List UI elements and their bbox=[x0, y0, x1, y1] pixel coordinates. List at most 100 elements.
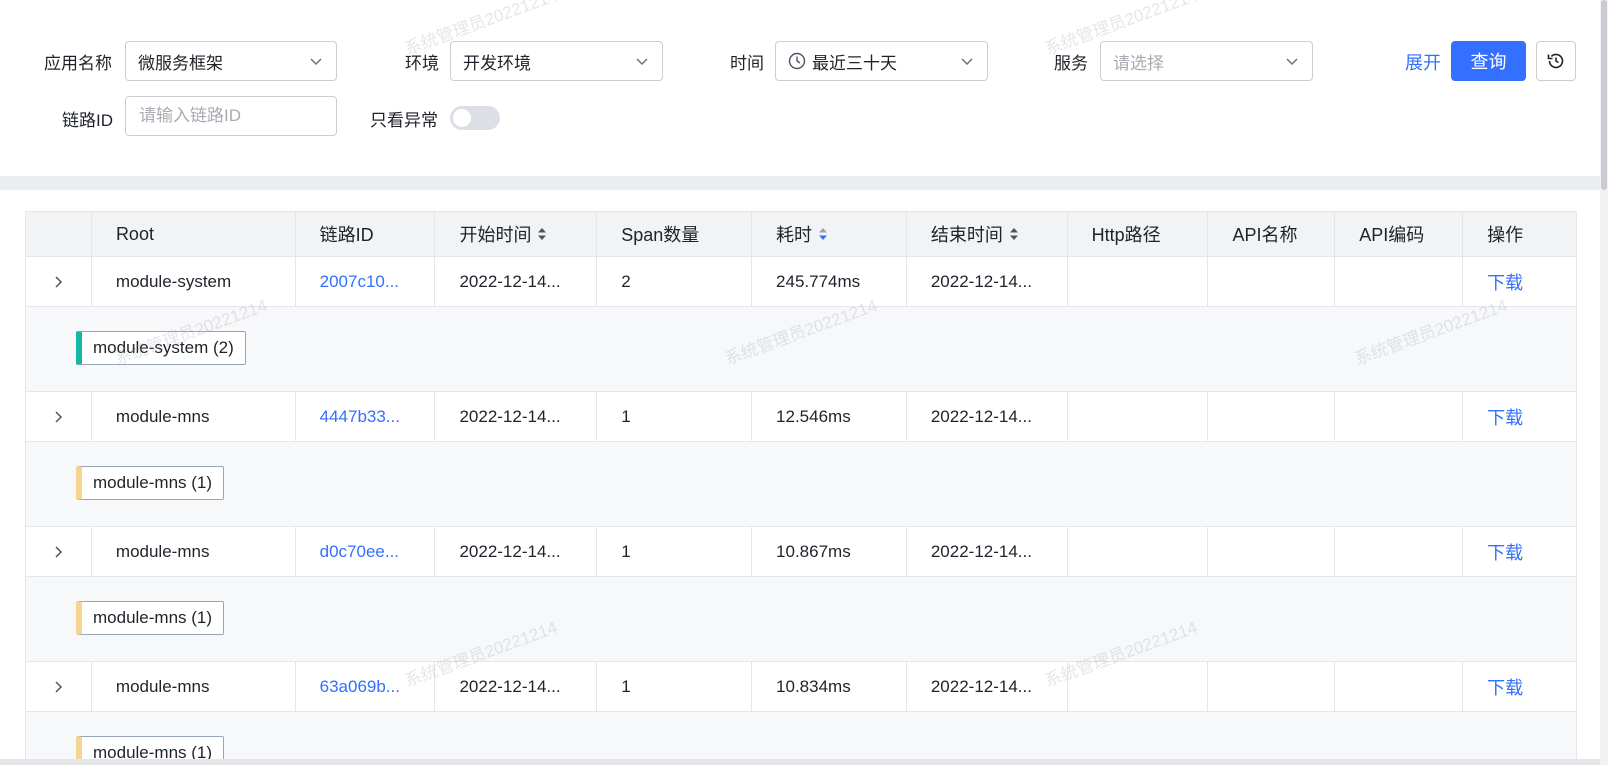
cell-http-path bbox=[1068, 527, 1209, 576]
cell-duration: 10.834ms bbox=[752, 662, 907, 711]
service-tag[interactable]: module-system (2) bbox=[76, 331, 246, 365]
cell-api-code bbox=[1335, 527, 1464, 576]
row-detail: module-mns (1) bbox=[26, 442, 1576, 527]
sort-icon bbox=[538, 228, 547, 240]
env-select[interactable]: 开发环境 bbox=[450, 41, 663, 81]
chevron-down-icon bbox=[310, 58, 322, 66]
cell-start-time: 2022-12-14... bbox=[435, 392, 598, 441]
cell-api-code bbox=[1335, 662, 1464, 711]
trace-id-link[interactable]: 63a069b... bbox=[320, 677, 422, 697]
service-tag[interactable]: module-mns (1) bbox=[76, 466, 225, 500]
horizontal-scrollbar[interactable] bbox=[0, 759, 1600, 765]
row-expand-toggle[interactable] bbox=[26, 392, 92, 441]
col-trace-id: 链路ID bbox=[296, 212, 436, 256]
cell-duration: 12.546ms bbox=[752, 392, 907, 441]
filter-panel: 应用名称 微服务框架 环境 开发环境 时间 最近三十天 服务 请选择 展开 查询… bbox=[0, 0, 1600, 176]
cell-trace-id[interactable]: 63a069b... bbox=[296, 662, 436, 711]
cell-http-path bbox=[1068, 392, 1209, 441]
cell-action: 下载 bbox=[1463, 527, 1576, 576]
download-link[interactable]: 下载 bbox=[1487, 404, 1523, 430]
cell-end-time: 2022-12-14... bbox=[907, 662, 1068, 711]
cell-trace-id[interactable]: d0c70ee... bbox=[296, 527, 436, 576]
cell-start-time: 2022-12-14... bbox=[435, 527, 598, 576]
chevron-down-icon bbox=[1286, 58, 1298, 66]
cell-http-path bbox=[1068, 662, 1209, 711]
trace-id-input[interactable] bbox=[125, 96, 337, 136]
query-button[interactable]: 查询 bbox=[1451, 41, 1526, 81]
row-expand-toggle[interactable] bbox=[26, 257, 92, 306]
chevron-right-icon bbox=[55, 410, 63, 423]
col-end-time[interactable]: 结束时间 bbox=[907, 212, 1068, 256]
app-name-select[interactable]: 微服务框架 bbox=[125, 41, 337, 81]
cell-start-time: 2022-12-14... bbox=[435, 662, 598, 711]
history-icon bbox=[1547, 53, 1564, 69]
cell-duration: 245.774ms bbox=[752, 257, 907, 306]
start-time-text: 2022-12-14... bbox=[459, 676, 561, 696]
reset-button[interactable] bbox=[1536, 41, 1576, 81]
cell-root: module-mns bbox=[92, 527, 296, 576]
cell-action: 下载 bbox=[1463, 392, 1576, 441]
app-name-label: 应用名称 bbox=[44, 54, 112, 73]
col-start-time-label: 开始时间 bbox=[459, 225, 532, 245]
col-duration-label: 耗时 bbox=[776, 225, 813, 245]
errors-only-label: 只看异常 bbox=[370, 111, 438, 130]
col-duration[interactable]: 耗时 bbox=[752, 212, 907, 256]
clock-icon bbox=[788, 52, 806, 70]
col-expand bbox=[26, 212, 92, 256]
sort-icon bbox=[1009, 228, 1018, 240]
cell-root: module-mns bbox=[92, 662, 296, 711]
time-value: 最近三十天 bbox=[812, 53, 897, 73]
scrollbar-thumb[interactable] bbox=[1601, 0, 1607, 190]
end-time-text: 2022-12-14... bbox=[930, 676, 1032, 696]
service-label: 服务 bbox=[1054, 54, 1088, 73]
trace-id-link[interactable]: 4447b33... bbox=[320, 407, 422, 427]
service-select[interactable]: 请选择 bbox=[1100, 41, 1313, 81]
chevron-right-icon bbox=[55, 275, 63, 288]
service-tag[interactable]: module-mns (1) bbox=[76, 601, 225, 635]
row-expand-toggle[interactable] bbox=[26, 527, 92, 576]
time-label: 时间 bbox=[730, 54, 764, 73]
cell-trace-id[interactable]: 4447b33... bbox=[296, 392, 436, 441]
col-root: Root bbox=[92, 212, 296, 256]
download-link[interactable]: 下载 bbox=[1487, 674, 1523, 700]
trace-id-link[interactable]: d0c70ee... bbox=[320, 542, 421, 562]
chevron-right-icon bbox=[55, 545, 63, 558]
download-link[interactable]: 下载 bbox=[1487, 539, 1523, 565]
start-time-text: 2022-12-14... bbox=[459, 271, 561, 291]
end-time-text: 2022-12-14... bbox=[930, 406, 1032, 426]
row-detail: module-mns (1) bbox=[26, 577, 1576, 662]
errors-only-toggle[interactable] bbox=[450, 106, 500, 130]
env-value: 开发环境 bbox=[463, 53, 531, 73]
chevron-down-icon bbox=[636, 58, 648, 66]
trace-id-link[interactable]: 2007c10... bbox=[320, 272, 421, 292]
chevron-down-icon bbox=[961, 58, 973, 66]
end-time-text: 2022-12-14... bbox=[930, 271, 1032, 291]
start-time-text: 2022-12-14... bbox=[459, 541, 561, 561]
table-row: module-mns d0c70ee... 2022-12-14... 1 10… bbox=[26, 527, 1576, 577]
row-expand-toggle[interactable] bbox=[26, 662, 92, 711]
end-time-text: 2022-12-14... bbox=[930, 541, 1032, 561]
cell-end-time: 2022-12-14... bbox=[907, 257, 1068, 306]
row-detail: module-mns (1) bbox=[26, 712, 1576, 765]
col-api-name: API名称 bbox=[1208, 212, 1336, 256]
chevron-right-icon bbox=[55, 680, 63, 693]
col-start-time[interactable]: 开始时间 bbox=[435, 212, 598, 256]
start-time-text: 2022-12-14... bbox=[459, 406, 561, 426]
cell-http-path bbox=[1068, 257, 1209, 306]
row-detail: module-system (2) bbox=[26, 307, 1576, 392]
cell-api-name bbox=[1208, 662, 1336, 711]
cell-trace-id[interactable]: 2007c10... bbox=[296, 257, 436, 306]
vertical-scrollbar[interactable] bbox=[1600, 0, 1608, 765]
col-action: 操作 bbox=[1487, 225, 1524, 245]
section-divider bbox=[0, 176, 1600, 190]
expand-button[interactable]: 展开 bbox=[1405, 49, 1441, 75]
col-span-count: Span数量 bbox=[597, 212, 753, 256]
cell-api-name bbox=[1208, 392, 1336, 441]
time-select[interactable]: 最近三十天 bbox=[775, 41, 988, 81]
cell-root: module-mns bbox=[92, 392, 296, 441]
table-row: module-system 2007c10... 2022-12-14... 2… bbox=[26, 257, 1576, 307]
col-http-path: Http路径 bbox=[1068, 212, 1209, 256]
download-link[interactable]: 下载 bbox=[1487, 269, 1523, 295]
cell-duration: 10.867ms bbox=[752, 527, 907, 576]
table-row: module-mns 63a069b... 2022-12-14... 1 10… bbox=[26, 662, 1576, 712]
